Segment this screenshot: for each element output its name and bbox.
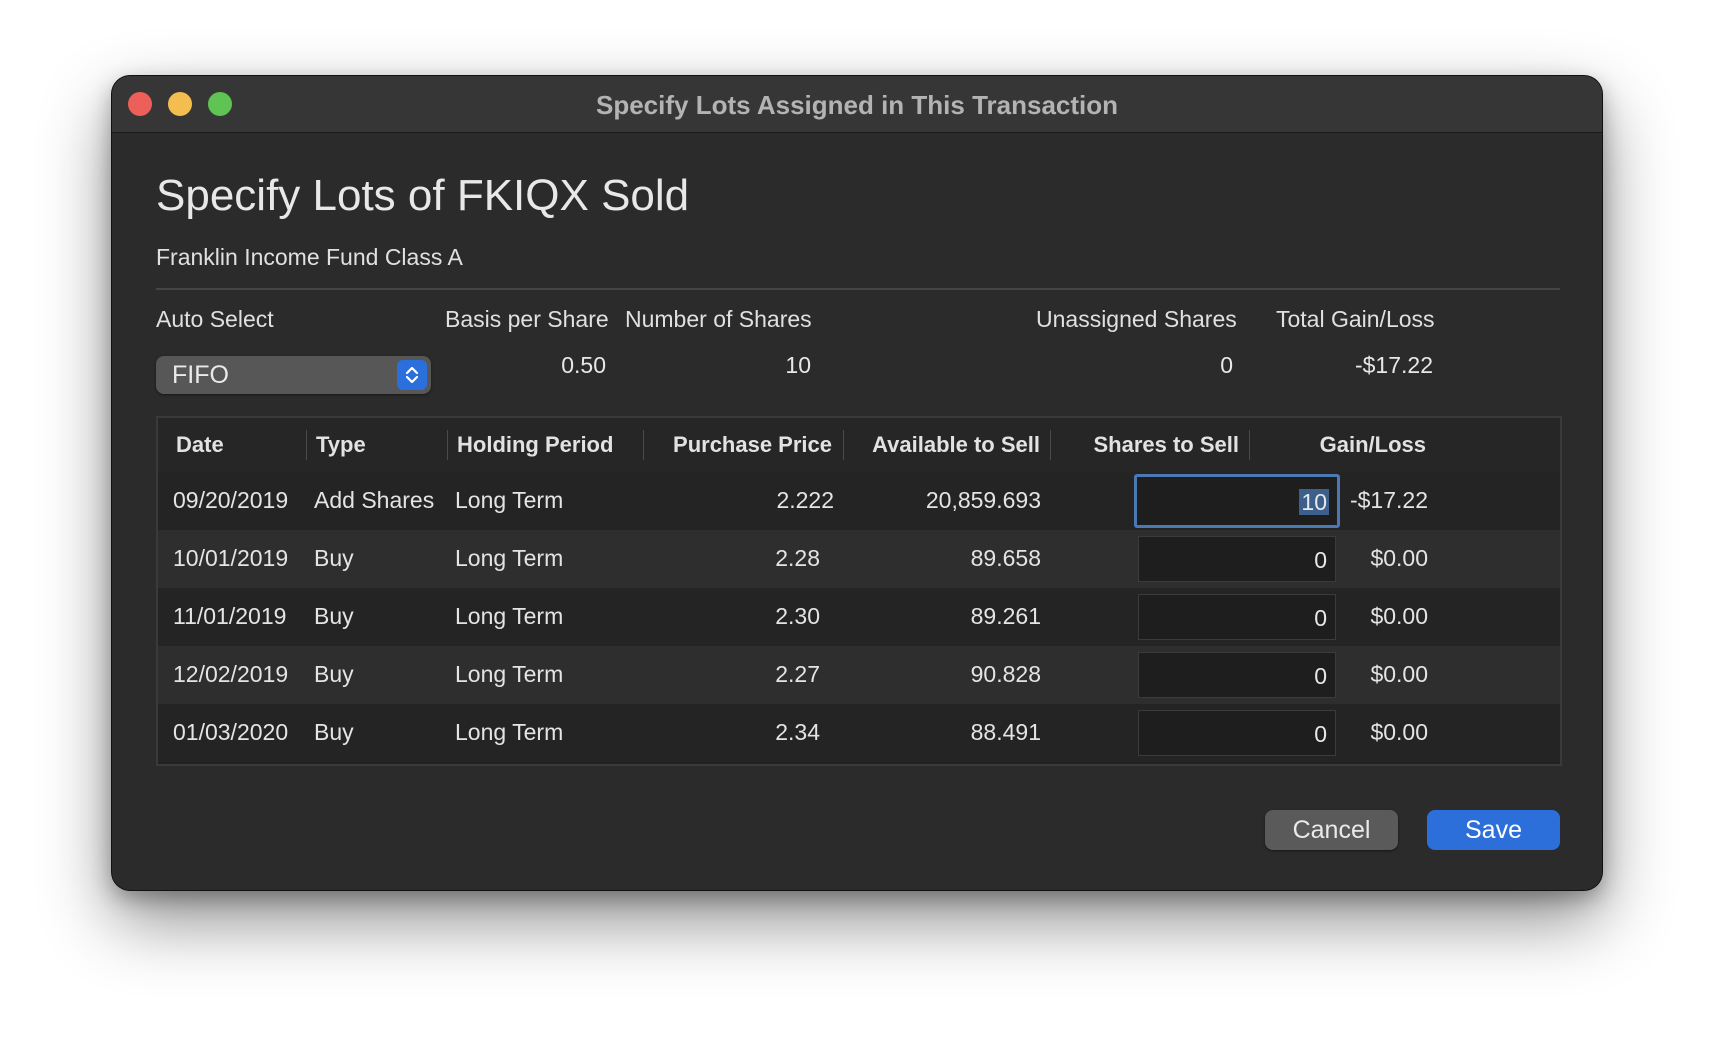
auto-select-popup[interactable]: FIFO — [156, 356, 431, 394]
cell-purchase-price: 2.222 — [776, 487, 834, 513]
table-header: Date Type Holding Period Purchase Price … — [158, 418, 1560, 473]
column-header-shares-to-sell[interactable]: Shares to Sell — [1058, 432, 1239, 458]
cell-type: Buy — [314, 545, 354, 571]
column-header-available-to-sell[interactable]: Available to Sell — [852, 432, 1040, 458]
basis-per-share-label: Basis per Share — [445, 306, 609, 332]
cell-date: 10/01/2019 — [173, 545, 289, 571]
save-button[interactable]: Save — [1427, 810, 1560, 850]
cell-holding-period: Long Term — [455, 545, 564, 571]
table-row[interactable]: 11/01/2019 Buy Long Term 2.30 89.261 0 $… — [158, 588, 1560, 646]
column-header-type[interactable]: Type — [316, 432, 366, 458]
cell-purchase-price: 2.28 — [775, 545, 820, 571]
dialog-window: Specify Lots Assigned in This Transactio… — [112, 76, 1602, 890]
number-of-shares-label: Number of Shares — [625, 306, 812, 332]
window-title: Specify Lots Assigned in This Transactio… — [595, 90, 1119, 120]
cell-type: Buy — [314, 661, 354, 687]
cell-date: 11/01/2019 — [173, 603, 287, 629]
unassigned-shares-label: Unassigned Shares — [1036, 306, 1237, 332]
cell-gain-loss: $0.00 — [1370, 661, 1428, 687]
cell-available-to-sell: 90.828 — [970, 661, 1041, 687]
cell-purchase-price: 2.30 — [775, 603, 820, 629]
cell-purchase-price: 2.34 — [775, 719, 820, 745]
total-gain-loss-label: Total Gain/Loss — [1276, 306, 1435, 332]
cell-available-to-sell: 88.491 — [970, 719, 1041, 745]
title-bar: Specify Lots Assigned in This Transactio… — [112, 76, 1602, 133]
cell-available-to-sell: 89.658 — [970, 545, 1041, 571]
cell-type: Add Shares — [314, 487, 435, 513]
cell-date: 01/03/2020 — [173, 719, 289, 745]
column-divider — [1050, 430, 1051, 460]
auto-select-label: Auto Select — [156, 306, 274, 332]
column-divider — [1249, 430, 1250, 460]
lots-table: Date Type Holding Period Purchase Price … — [156, 416, 1562, 766]
column-divider — [643, 430, 644, 460]
header-divider — [156, 288, 1560, 290]
table-row[interactable]: 12/02/2019 Buy Long Term 2.27 90.828 0 $… — [158, 646, 1560, 704]
auto-select-value: FIFO — [172, 361, 229, 389]
cell-purchase-price: 2.27 — [775, 661, 820, 687]
cell-date: 12/02/2019 — [173, 661, 289, 687]
cell-date: 09/20/2019 — [173, 487, 289, 513]
total-gain-loss-value: -$17.22 — [1354, 352, 1433, 378]
table-row[interactable]: 01/03/2020 Buy Long Term 2.34 88.491 0 $… — [158, 704, 1560, 762]
cell-available-to-sell: 20,859.693 — [925, 487, 1041, 513]
fund-name: Franklin Income Fund Class A — [156, 244, 463, 270]
table-row[interactable]: 09/20/2019 Add Shares Long Term 2.222 20… — [158, 472, 1560, 530]
page-title: Specify Lots of FKIQX Sold — [156, 171, 690, 220]
number-of-shares-value: 10 — [785, 352, 811, 378]
cell-gain-loss: $0.00 — [1370, 545, 1428, 571]
column-header-purchase-price[interactable]: Purchase Price — [652, 432, 832, 458]
table-row[interactable]: 10/01/2019 Buy Long Term 2.28 89.658 0 $… — [158, 530, 1560, 588]
column-divider — [306, 430, 307, 460]
unassigned-shares-value: 0 — [1220, 352, 1233, 378]
column-header-gain-loss[interactable]: Gain/Loss — [1258, 432, 1426, 458]
column-divider — [843, 430, 844, 460]
cell-gain-loss: -$17.22 — [1349, 487, 1428, 513]
cell-type: Buy — [314, 719, 354, 745]
up-down-chevron-icon — [397, 360, 427, 390]
cell-type: Buy — [314, 603, 354, 629]
column-header-date[interactable]: Date — [176, 432, 224, 458]
cell-holding-period: Long Term — [455, 661, 564, 687]
cell-holding-period: Long Term — [455, 487, 564, 513]
column-header-holding-period[interactable]: Holding Period — [457, 432, 613, 458]
cancel-button[interactable]: Cancel — [1265, 810, 1398, 850]
cell-available-to-sell: 89.261 — [970, 603, 1041, 629]
cell-gain-loss: $0.00 — [1370, 719, 1428, 745]
column-divider — [447, 430, 448, 460]
basis-per-share-value: 0.50 — [561, 352, 606, 378]
cell-holding-period: Long Term — [455, 719, 564, 745]
cell-holding-period: Long Term — [455, 603, 564, 629]
cell-gain-loss: $0.00 — [1370, 603, 1428, 629]
